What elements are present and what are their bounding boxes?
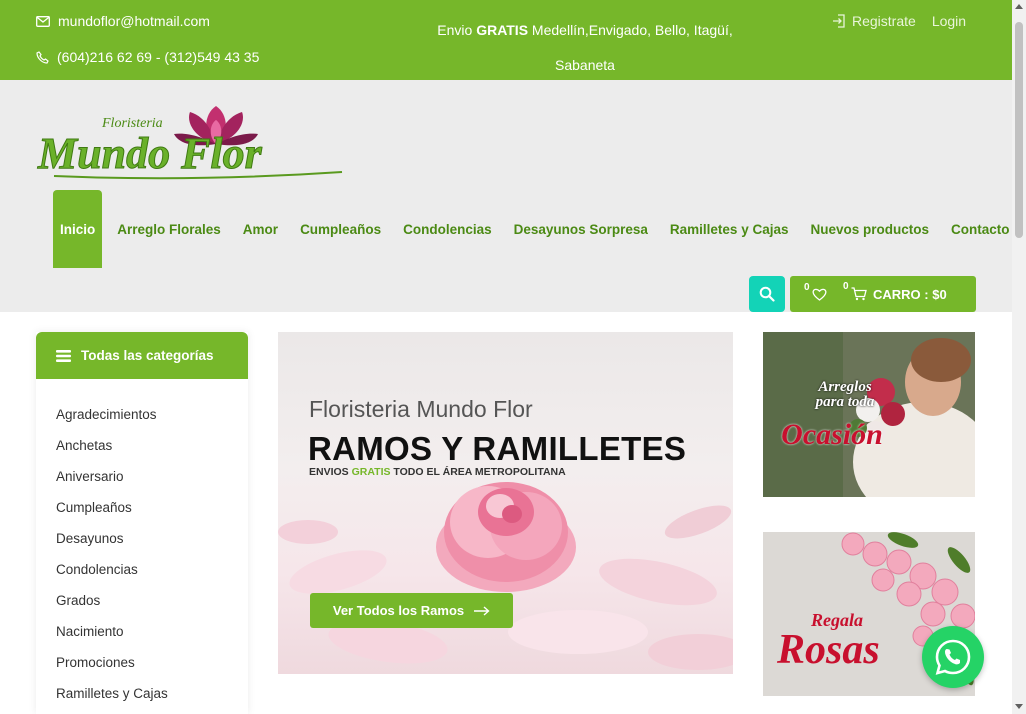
site-header: Floristeria Mundo Flor Inicio Arreglo Fl… — [0, 80, 1012, 312]
category-item-condolencias[interactable]: Condolencias — [36, 554, 248, 585]
b1-line1: Arreglos — [818, 379, 872, 395]
top-bar: mundoflor@hotmail.com (604)216 62 69 - (… — [0, 0, 1012, 80]
logo-main-text: Mundo Flor — [37, 129, 263, 178]
wishlist-link[interactable]: 0 — [804, 282, 827, 301]
view-bouquets-button[interactable]: Ver Todos los Ramos — [310, 593, 513, 628]
phone-text: (604)216 62 69 - (312)549 43 35 — [57, 49, 260, 65]
heart-icon — [812, 288, 827, 301]
whatsapp-button[interactable] — [922, 626, 984, 688]
category-item-anchetas[interactable]: Anchetas — [36, 430, 248, 461]
arrow-right-icon — [474, 605, 490, 616]
search-icon — [759, 286, 775, 302]
nav-item-amor[interactable]: Amor — [232, 190, 289, 268]
register-label: Registrate — [852, 13, 916, 29]
cart-icon-wrap: 0 — [843, 281, 867, 301]
nav-item-inicio[interactable]: Inicio — [53, 190, 103, 268]
cart-count: 0 — [843, 281, 849, 292]
category-item-nacimiento[interactable]: Nacimiento — [36, 616, 248, 647]
nav-item-nuevos-productos[interactable]: Nuevos productos — [799, 190, 940, 268]
nav-item-cumpleanos[interactable]: Cumpleaños — [289, 190, 392, 268]
ship-prefix: Envio — [437, 22, 477, 38]
categories-header[interactable]: Todas las categorías — [36, 332, 248, 379]
wishlist-count: 0 — [804, 281, 810, 293]
view-bouquets-label: Ver Todos los Ramos — [332, 603, 465, 618]
categories-panel: Todas las categorías Agradecimientos Anc… — [36, 332, 248, 714]
hero-shipping: ENVIOS GRATIS TODO EL ÁREA METROPOLITANA — [309, 466, 566, 478]
envelope-icon — [36, 15, 50, 27]
hero-ship-a: ENVIOS — [309, 466, 352, 478]
whatsapp-icon — [935, 639, 971, 675]
nav-item-desayunos-sorpresa[interactable]: Desayunos Sorpresa — [503, 190, 659, 268]
contact-phone[interactable]: (604)216 62 69 - (312)549 43 35 — [36, 49, 259, 65]
contact-email[interactable]: mundoflor@hotmail.com — [36, 13, 210, 29]
ship-bold: GRATIS — [476, 22, 529, 38]
category-item-aniversario[interactable]: Aniversario — [36, 461, 248, 492]
cart-label: CARRO : $0 — [873, 286, 947, 302]
email-text: mundoflor@hotmail.com — [58, 13, 210, 29]
hero-ship-b: GRATIS — [351, 466, 391, 478]
nav-item-contacto[interactable]: Contacto — [940, 190, 1021, 268]
category-item-ramilletes-cajas[interactable]: Ramilletes y Cajas — [36, 678, 248, 709]
bride-image — [763, 332, 975, 497]
hero-ship-c: TODO EL ÁREA METROPOLITANA — [390, 466, 566, 478]
cart-button[interactable]: 0 0 CARRO : $0 — [790, 276, 976, 312]
hero-banner: Floristeria Mundo Flor RAMOS Y RAMILLETE… — [278, 332, 733, 674]
categories-list: Agradecimientos Anchetas Aniversario Cum… — [36, 379, 248, 709]
category-item-promociones[interactable]: Promociones — [36, 647, 248, 678]
occasion-text-top: Arreglos para toda — [797, 380, 893, 410]
scroll-down-arrow-icon[interactable] — [1015, 704, 1023, 709]
auth-links: Registrate Login — [832, 13, 966, 29]
search-button[interactable] — [749, 276, 785, 312]
login-link[interactable]: Login — [932, 13, 966, 29]
category-item-desayunos[interactable]: Desayunos — [36, 523, 248, 554]
phone-icon — [36, 50, 49, 64]
register-link[interactable]: Registrate — [832, 13, 916, 29]
b1-line2: para toda — [815, 394, 875, 410]
category-item-grados[interactable]: Grados — [36, 585, 248, 616]
nav-item-condolencias[interactable]: Condolencias — [392, 190, 503, 268]
ship-rest: Medellín,Envigado, Bello, Itagüí, — [528, 22, 733, 38]
ship-line2: Sabaneta — [555, 57, 615, 73]
occasion-banner[interactable]: Arreglos para toda Ocasión — [763, 332, 975, 497]
page-scrollbar[interactable] — [1012, 0, 1026, 714]
site-logo[interactable]: Floristeria Mundo Flor — [34, 102, 346, 192]
sign-in-icon — [833, 14, 845, 28]
shipping-notice: Envio GRATIS Medellín,Envigado, Bello, I… — [430, 13, 740, 83]
cart-icon — [851, 287, 867, 301]
roses-text-main: Rosas — [777, 627, 880, 673]
hero-subtitle: Floristeria Mundo Flor — [309, 396, 533, 422]
occasion-text-main: Ocasión — [781, 418, 883, 451]
menu-icon — [56, 349, 71, 362]
categories-title: Todas las categorías — [81, 348, 214, 363]
nav-item-arreglo-florales[interactable]: Arreglo Florales — [106, 190, 232, 268]
hero-title: RAMOS Y RAMILLETES — [308, 430, 687, 467]
logo-graphic: Floristeria Mundo Flor — [37, 106, 343, 180]
nav-item-ramilletes-cajas[interactable]: Ramilletes y Cajas — [659, 190, 800, 268]
category-item-cumpleanos[interactable]: Cumpleaños — [36, 492, 248, 523]
scrollbar-thumb[interactable] — [1015, 22, 1023, 238]
category-item-agradecimientos[interactable]: Agradecimientos — [36, 399, 248, 430]
scroll-up-arrow-icon[interactable] — [1015, 4, 1023, 9]
main-nav: Inicio Arreglo Florales Amor Cumpleaños … — [53, 190, 1021, 268]
